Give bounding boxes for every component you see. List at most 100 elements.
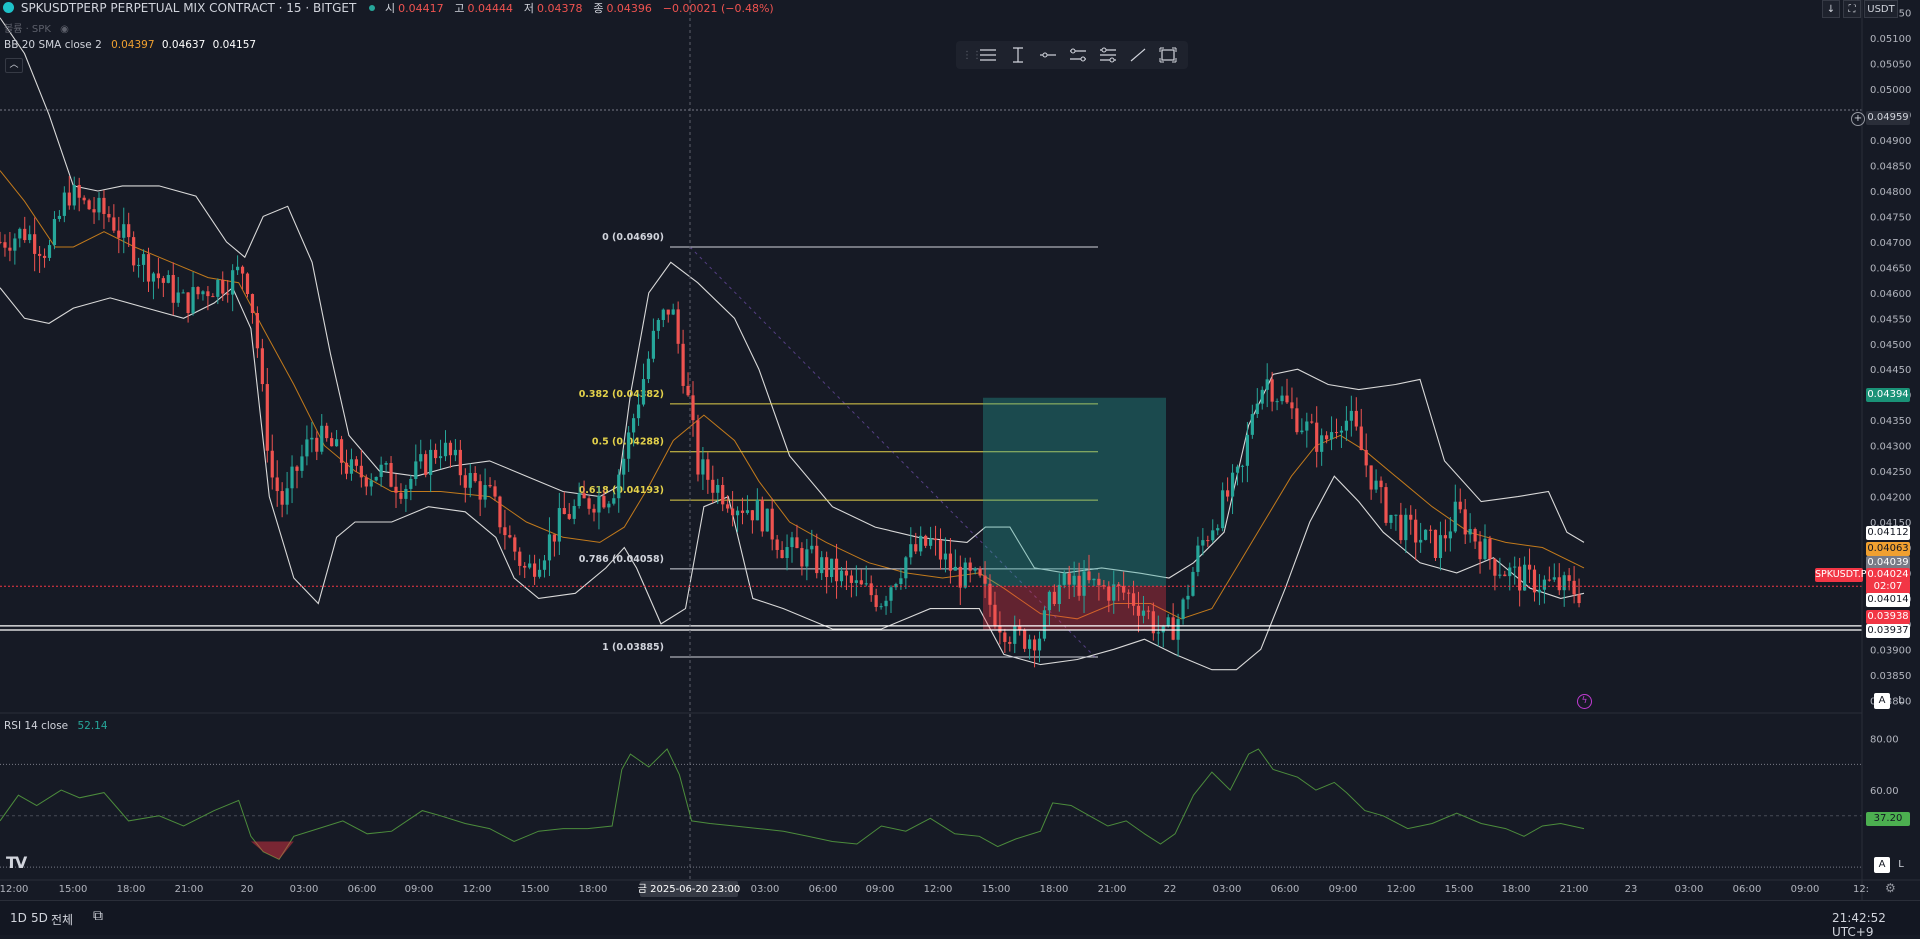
- eye-hidden-icon[interactable]: ◉: [60, 24, 69, 35]
- candle-body: [830, 558, 834, 578]
- candle-body: [1206, 540, 1210, 542]
- candle-body: [8, 247, 12, 251]
- candle-body: [1136, 605, 1141, 616]
- alert-add-icon[interactable]: +: [1851, 112, 1865, 126]
- bb-basis-price-label: 0.04063: [1866, 542, 1910, 556]
- rsi-label: RSI 14 close: [4, 720, 69, 732]
- candle-body: [854, 580, 858, 583]
- clock-display[interactable]: 21:42:52 UTC+9: [1832, 911, 1920, 939]
- candle-body: [646, 358, 651, 380]
- candle-body: [1483, 538, 1487, 560]
- candle-body: [1245, 434, 1249, 466]
- candle-body: [1230, 472, 1235, 497]
- candle-body: [557, 508, 561, 542]
- candle-body: [666, 309, 670, 315]
- candle-body: [211, 296, 215, 298]
- fullscreen-button[interactable]: ⛶: [1843, 0, 1861, 18]
- candle-body: [260, 348, 264, 385]
- range-5d-button[interactable]: 5D: [31, 911, 48, 925]
- candle-body: [493, 486, 497, 497]
- lightning-icon[interactable]: ϟ: [1577, 694, 1592, 709]
- high-value: 0.04444: [467, 2, 514, 15]
- candle-body: [1443, 535, 1447, 539]
- time-tick-label: 20: [241, 884, 254, 895]
- currency-select[interactable]: USDT: [1864, 0, 1898, 18]
- calendar-range-icon[interactable]: ⧉: [93, 908, 103, 924]
- candle-body: [740, 510, 745, 513]
- candle-body: [998, 625, 1002, 633]
- candle-body: [92, 209, 96, 213]
- candle-body: [1013, 625, 1017, 644]
- rectangle-icon[interactable]: [1158, 45, 1178, 65]
- candle-body: [429, 449, 433, 475]
- candle-body: [320, 425, 324, 452]
- candle-body: [201, 291, 205, 295]
- candle-body: [488, 485, 492, 487]
- candle-body: [1557, 577, 1561, 591]
- parallel-lines-icon[interactable]: [1068, 45, 1088, 65]
- volume-label[interactable]: 볼륨 · SPK ◉: [4, 20, 69, 35]
- candle-body: [978, 568, 982, 576]
- rsi-legend[interactable]: RSI 14 close 52.14: [4, 720, 108, 732]
- fib-level-label: 0 (0.04690): [602, 232, 664, 243]
- candle-body: [3, 242, 7, 248]
- horizontal-ray-icon[interactable]: [1038, 45, 1058, 65]
- drag-handle-icon[interactable]: ⋮⋮: [962, 50, 982, 61]
- candle-body: [988, 583, 992, 605]
- range-all-button[interactable]: 전체: [51, 911, 73, 928]
- collapse-legend-button[interactable]: ︿: [5, 58, 23, 73]
- candle-body: [498, 496, 502, 528]
- candle-body: [72, 185, 76, 206]
- candle-body: [1191, 571, 1195, 596]
- candle-body: [57, 215, 61, 219]
- candle-body: [364, 477, 368, 487]
- candle-body: [1503, 574, 1507, 577]
- candle-body: [250, 294, 255, 314]
- candle-body: [1369, 465, 1373, 490]
- candle-body: [641, 379, 646, 405]
- fib-level-label: 0.786 (0.04058): [579, 554, 664, 565]
- trend-line-icon[interactable]: [1128, 45, 1148, 65]
- candle-body: [919, 535, 923, 552]
- auto-scale-button[interactable]: A: [1874, 693, 1890, 709]
- auto-scale-button-bottom[interactable]: A: [1874, 857, 1890, 873]
- candle-body: [800, 548, 804, 567]
- candle-body: [1414, 519, 1418, 543]
- horizontal-lines-icon[interactable]: [978, 45, 998, 65]
- candle-body: [1577, 594, 1581, 604]
- log-scale-button-bottom[interactable]: L: [1893, 857, 1909, 873]
- candle-body: [1320, 435, 1324, 452]
- horizontal-lines[interactable]: [0, 0, 1862, 880]
- candle-body: [859, 580, 863, 585]
- time-tick-label: 21:00: [175, 884, 204, 895]
- vertical-line-icon[interactable]: [1008, 45, 1028, 65]
- volume-label-text: 볼륨 · SPK: [4, 24, 51, 35]
- log-scale-button[interactable]: L: [1893, 693, 1909, 709]
- change-value: −0.00021 (−0.48%): [662, 2, 774, 15]
- candle-body: [879, 606, 883, 608]
- symbol-title[interactable]: SPKUSDTPERP PERPETUAL MIX CONTRACT · 15 …: [21, 1, 356, 15]
- candle-body: [117, 230, 121, 238]
- candle-body: [1290, 402, 1294, 409]
- range-1d-button[interactable]: 1D: [10, 911, 27, 925]
- candle-body: [864, 583, 868, 585]
- price-tick-label: 0.04450: [1870, 365, 1911, 376]
- alert-price-label[interactable]: 0.04959: [1866, 111, 1910, 125]
- bb-legend[interactable]: BB 20 SMA close 2 0.04397 0.04637 0.0415…: [4, 39, 256, 51]
- candle-body: [1275, 401, 1279, 403]
- candle-body: [691, 395, 695, 421]
- rsi-pane: [0, 748, 1862, 868]
- candle-body: [473, 472, 477, 482]
- fib-level-label: 0.618 (0.04193): [579, 485, 664, 496]
- bitget-logo-icon: [3, 2, 14, 13]
- time-tick-label: 23: [1625, 884, 1638, 895]
- price-chart[interactable]: 0 (0.04690)0.382 (0.04382)0.5 (0.04288)0…: [0, 0, 1920, 934]
- candle-body: [933, 538, 938, 541]
- fib-lines-icon[interactable]: [1098, 45, 1118, 65]
- download-button[interactable]: ↓: [1822, 0, 1840, 18]
- rsi-tick-label: 80.00: [1870, 735, 1899, 746]
- price-tick-label: 0.05000: [1870, 85, 1911, 96]
- candle-body: [1008, 641, 1012, 644]
- candle-body: [290, 466, 294, 489]
- settings-gear-icon[interactable]: ⚙: [1885, 881, 1896, 895]
